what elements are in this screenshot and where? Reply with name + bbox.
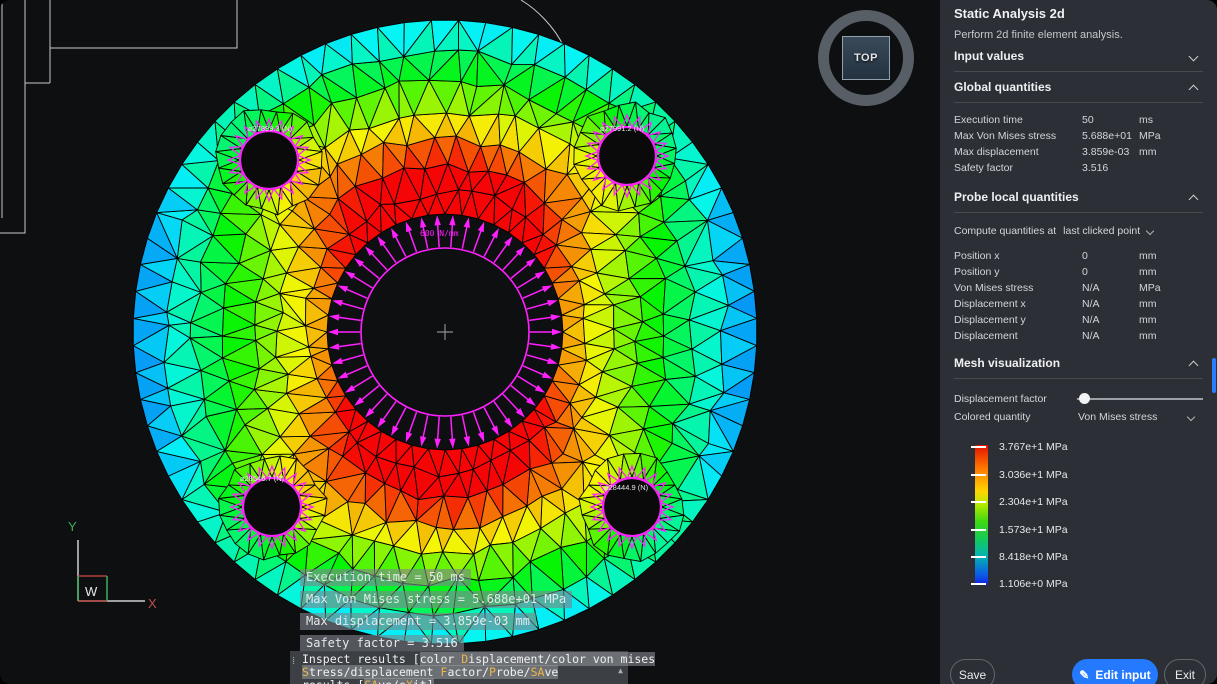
chevron-down-icon bbox=[1189, 51, 1199, 61]
command-history-line: Max Von Mises stress = 5.688e+01 MPa bbox=[300, 591, 572, 608]
section-label: Global quantities bbox=[954, 80, 1051, 94]
colored-quantity-label: Colored quantity bbox=[954, 411, 1078, 423]
legend-tick bbox=[971, 529, 986, 531]
section-probe[interactable]: Probe local quantities bbox=[954, 182, 1203, 213]
prompt-text[interactable]: Inspect results [color Displacement/colo… bbox=[302, 653, 610, 684]
legend-tick bbox=[971, 446, 986, 448]
expand-history-icon[interactable]: ▲ bbox=[618, 664, 623, 677]
quantity-row: Max Von Mises stress5.688e+01MPa bbox=[954, 128, 1203, 144]
view-navigation-widget[interactable]: TOP bbox=[818, 10, 914, 106]
slider-thumb[interactable] bbox=[1079, 393, 1090, 404]
compute-at-label: Compute quantities at bbox=[954, 225, 1056, 237]
chevron-up-icon bbox=[1189, 360, 1199, 370]
quantity-row: Position x0mm bbox=[954, 248, 1203, 264]
quantity-row: DisplacementN/Amm bbox=[954, 328, 1203, 344]
ucs-w-label: W bbox=[85, 584, 98, 599]
global-quantities-table: Execution time50msMax Von Mises stress5.… bbox=[954, 112, 1203, 176]
slider-track bbox=[1077, 398, 1203, 400]
compute-at-dropdown[interactable]: Compute quantities at last clicked point bbox=[954, 225, 1203, 237]
quantity-row: Safety factor3.516 bbox=[954, 160, 1203, 176]
section-input-values[interactable]: Input values bbox=[954, 41, 1203, 72]
quantity-row: Displacement yN/Amm bbox=[954, 312, 1203, 328]
viewport-canvas[interactable]: ⌀27899.3 (N) ⌀27991.2 (N) ⌀28546.7 (N) ⌀284… bbox=[0, 0, 940, 684]
section-label: Input values bbox=[954, 49, 1024, 63]
edit-input-label: Edit input bbox=[1095, 668, 1150, 682]
quantity-row: Von Mises stressN/AMPa bbox=[954, 280, 1203, 296]
svg-text:⌀28546.7 (N): ⌀28546.7 (N) bbox=[240, 474, 285, 483]
app-root: ⌀27899.3 (N) ⌀27991.2 (N) ⌀28546.7 (N) ⌀284… bbox=[0, 0, 1217, 684]
probe-quantities-table: Position x0mmPosition y0mmVon Mises stre… bbox=[954, 248, 1203, 344]
legend-entry: 2.304e+1 MPa bbox=[999, 496, 1068, 508]
quantity-row: Position y0mm bbox=[954, 264, 1203, 280]
chevron-down-icon bbox=[1187, 413, 1195, 421]
command-prompt[interactable]: ⁞ Inspect results [color Displacement/co… bbox=[290, 651, 628, 684]
command-history-line: Safety factor = 3.516 bbox=[300, 635, 464, 652]
panel-title: Static Analysis 2d bbox=[954, 6, 1203, 21]
svg-text:⌀28444.9 (N): ⌀28444.9 (N) bbox=[604, 483, 649, 492]
section-label: Probe local quantities bbox=[954, 190, 1079, 204]
legend-entry: 1.573e+1 MPa bbox=[999, 524, 1068, 536]
analysis-panel: Static Analysis 2d Perform 2d finite ele… bbox=[940, 0, 1217, 684]
command-history-line: Max displacement = 3.859e-03 mm bbox=[300, 613, 536, 630]
legend-entry: 3.036e+1 MPa bbox=[999, 469, 1068, 481]
legend-color-bar bbox=[975, 445, 988, 585]
section-mesh-visualization[interactable]: Mesh visualization bbox=[954, 348, 1203, 379]
save-button[interactable]: Save bbox=[950, 659, 995, 684]
legend-tick bbox=[971, 556, 986, 558]
sidebar-scrollbar-thumb[interactable] bbox=[1212, 358, 1216, 393]
compute-at-value[interactable]: last clicked point bbox=[1063, 225, 1140, 237]
ucs-y-label: Y bbox=[68, 519, 77, 534]
legend-tick bbox=[971, 583, 986, 585]
svg-text:⌀27899.3 (N): ⌀27899.3 (N) bbox=[248, 124, 293, 133]
colored-quantity-dropdown[interactable]: Von Mises stress bbox=[1078, 411, 1188, 423]
view-top-button[interactable]: TOP bbox=[842, 36, 890, 80]
legend-tick bbox=[971, 474, 986, 476]
edit-input-button[interactable]: ✎ Edit input bbox=[1072, 659, 1158, 684]
displacement-factor-label: Displacement factor bbox=[954, 393, 1077, 405]
legend-entry: 1.106e+0 MPa bbox=[999, 578, 1068, 590]
svg-text:600 N/mm: 600 N/mm bbox=[420, 229, 459, 238]
stress-color-legend: 3.767e+1 MPa3.036e+1 MPa2.304e+1 MPa1.57… bbox=[975, 445, 1203, 587]
exit-button[interactable]: Exit bbox=[1164, 659, 1206, 684]
quantity-row: Execution time50ms bbox=[954, 112, 1203, 128]
svg-text:⌀27991.2 (N): ⌀27991.2 (N) bbox=[600, 124, 645, 133]
ucs-x-label: X bbox=[148, 596, 157, 611]
panel-subtitle: Perform 2d finite element analysis. bbox=[954, 29, 1203, 41]
section-global-quantities[interactable]: Global quantities bbox=[954, 72, 1203, 103]
pencil-icon: ✎ bbox=[1079, 668, 1089, 682]
chevron-up-icon bbox=[1189, 194, 1199, 204]
prompt-grip-icon: ⁞ bbox=[292, 654, 295, 667]
command-history-line: Execution time = 50 ms bbox=[300, 569, 471, 586]
legend-tick bbox=[971, 501, 986, 503]
quantity-row: Max displacement3.859e-03mm bbox=[954, 144, 1203, 160]
legend-entry: 8.418e+0 MPa bbox=[999, 551, 1068, 563]
chevron-up-icon bbox=[1189, 84, 1199, 94]
command-history: Execution time = 50 ms Max Von Mises stre… bbox=[300, 569, 572, 657]
legend-entry: 3.767e+1 MPa bbox=[999, 441, 1068, 453]
displacement-factor-slider[interactable] bbox=[1077, 393, 1203, 405]
chevron-down-icon bbox=[1146, 227, 1154, 235]
quantity-row: Displacement xN/Amm bbox=[954, 296, 1203, 312]
section-label: Mesh visualization bbox=[954, 356, 1060, 370]
